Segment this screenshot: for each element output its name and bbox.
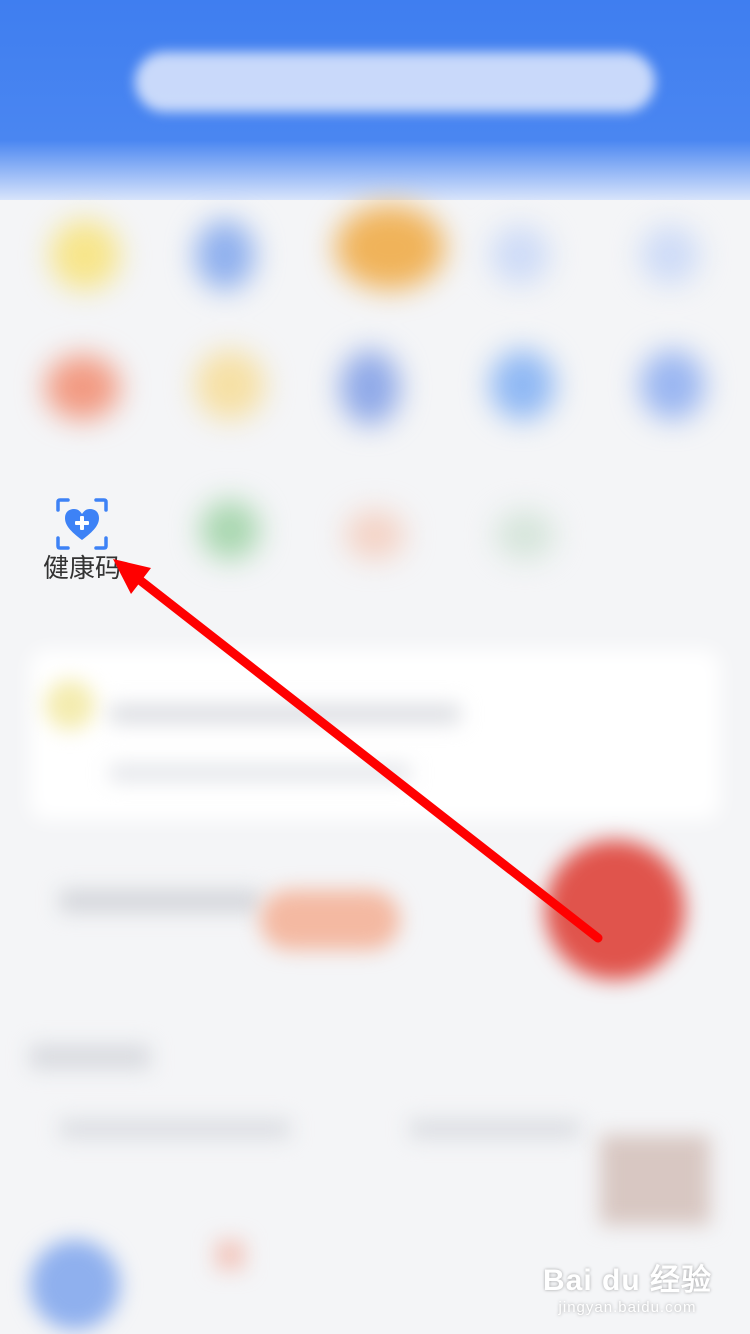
service-icon[interactable] [340, 350, 400, 425]
service-icon[interactable] [490, 225, 550, 285]
service-icon[interactable] [335, 205, 445, 290]
section-title [30, 1045, 150, 1069]
watermark-url: jingyan.baidu.com [558, 1299, 697, 1316]
service-icon[interactable] [345, 510, 405, 560]
red-floating-button[interactable] [545, 840, 685, 980]
card-text-line [410, 1120, 580, 1138]
banner-text-line [110, 765, 410, 781]
bottom-mark [215, 1240, 245, 1270]
promo-text-line [60, 890, 260, 912]
banner-icon [45, 680, 95, 730]
service-icon[interactable] [45, 355, 120, 420]
banner-blurred[interactable] [30, 650, 720, 820]
top-header [0, 0, 750, 200]
banner-text-line [110, 705, 460, 723]
service-icon[interactable] [490, 350, 555, 420]
service-icon[interactable] [640, 225, 700, 285]
service-icon[interactable] [195, 350, 265, 420]
service-icon[interactable] [640, 350, 705, 420]
card-text-line [60, 1120, 290, 1138]
search-bar[interactable] [135, 52, 655, 112]
health-code-entry[interactable]: 健康码 [30, 488, 140, 598]
promo-pill[interactable] [260, 890, 400, 950]
service-icon[interactable] [495, 510, 555, 560]
baidu-jingyan-watermark: Bai du 经验 jingyan.baidu.com [543, 1255, 712, 1316]
card-image [600, 1135, 710, 1225]
heart-plus-scan-icon [56, 498, 108, 550]
service-icon[interactable] [50, 220, 120, 290]
watermark-brand: Bai du 经验 [542, 1264, 712, 1297]
bottom-circle[interactable] [30, 1240, 120, 1330]
service-icon[interactable] [195, 220, 255, 290]
health-code-label: 健康码 [42, 553, 121, 583]
service-icon[interactable] [200, 500, 260, 560]
